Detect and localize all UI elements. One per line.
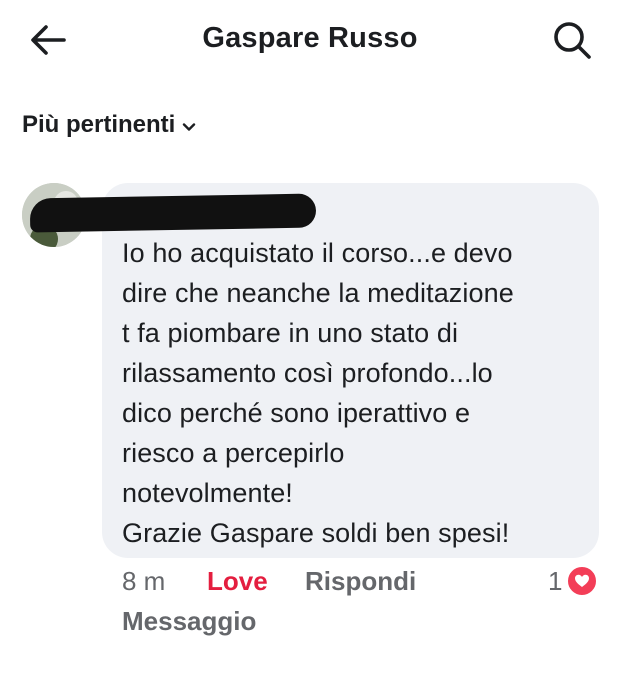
heart-icon — [575, 574, 590, 587]
sort-label: Più pertinenti — [22, 111, 176, 138]
header-bar: Gaspare Russo — [0, 0, 620, 84]
search-icon — [554, 22, 591, 59]
comment-text: Io ho acquistato il corso...e devo dire … — [122, 238, 514, 548]
reaction-count: 1 — [548, 565, 563, 596]
love-button[interactable]: Love — [207, 566, 268, 597]
comment-time: 8 m — [122, 566, 166, 596]
page-title: Gaspare Russo — [202, 22, 418, 54]
message-button[interactable]: Messaggio — [122, 606, 256, 637]
redacted-author-name — [29, 193, 317, 233]
heart-reaction-badge — [566, 565, 599, 597]
reply-button[interactable]: Rispondi — [305, 566, 416, 597]
reaction-summary[interactable]: 1 — [548, 565, 599, 597]
chevron-down-icon — [183, 122, 196, 131]
comment-bubble: Io ho acquistato il corso...e devo dire … — [102, 183, 599, 558]
sort-dropdown[interactable]: Più pertinenti — [22, 111, 197, 139]
search-button[interactable] — [550, 18, 594, 62]
